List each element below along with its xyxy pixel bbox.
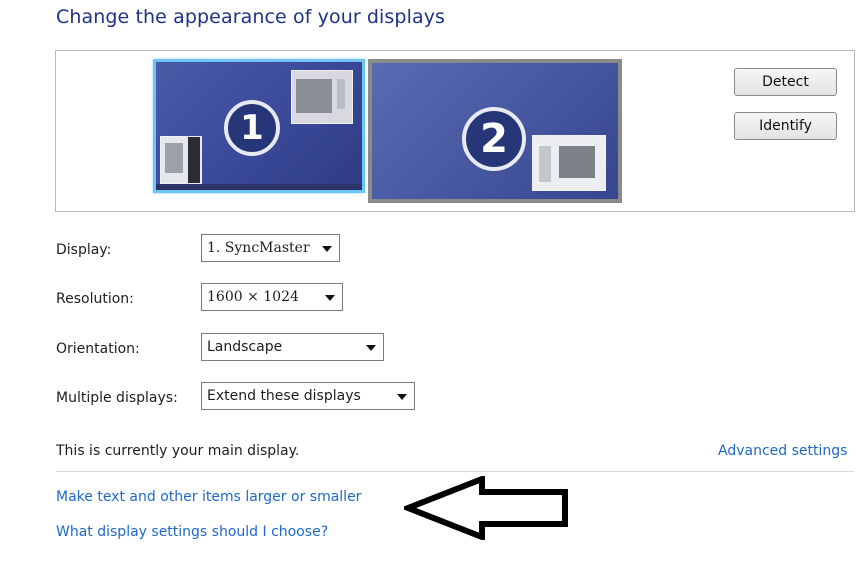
window-thumbnail	[291, 70, 353, 124]
main-display-status: This is currently your main display.	[56, 443, 300, 459]
chevron-down-icon	[397, 394, 407, 400]
chevron-down-icon	[322, 246, 332, 252]
monitor-2-thumbnail[interactable]: 2	[368, 59, 622, 203]
page-title: Change the appearance of your displays	[56, 6, 446, 28]
monitor-number-1: 1	[224, 100, 280, 156]
left-arrow-icon	[404, 476, 568, 540]
window-thumbnail	[532, 135, 606, 191]
detect-button[interactable]: Detect	[734, 68, 837, 96]
resolution-dropdown-value: 1600 × 1024	[207, 289, 299, 305]
resolution-label: Resolution:	[56, 291, 134, 307]
resolution-dropdown[interactable]: 1600 × 1024	[201, 283, 343, 311]
orientation-dropdown[interactable]: Landscape	[201, 333, 384, 361]
chevron-down-icon	[366, 345, 376, 351]
display-dropdown-value: 1. SyncMaster	[207, 240, 310, 256]
orientation-label: Orientation:	[56, 341, 140, 357]
taskbar	[156, 184, 362, 190]
monitor-number-2: 2	[462, 107, 526, 171]
multiple-displays-label: Multiple displays:	[56, 390, 178, 406]
advanced-settings-link[interactable]: Advanced settings	[718, 443, 847, 459]
display-dropdown[interactable]: 1. SyncMaster	[201, 234, 340, 262]
orientation-dropdown-value: Landscape	[207, 339, 283, 355]
gadget-thumbnail	[160, 136, 202, 184]
multiple-displays-dropdown-value: Extend these displays	[207, 388, 361, 404]
identify-button[interactable]: Identify	[734, 112, 837, 140]
display-help-link[interactable]: What display settings should I choose?	[56, 524, 328, 540]
monitor-1-thumbnail[interactable]: 1	[153, 59, 365, 193]
multiple-displays-dropdown[interactable]: Extend these displays	[201, 382, 415, 410]
chevron-down-icon	[325, 295, 335, 301]
divider	[56, 471, 854, 472]
text-size-link[interactable]: Make text and other items larger or smal…	[56, 489, 361, 505]
display-arrangement-preview: 1 2 Detect Identify	[55, 50, 855, 212]
display-label: Display:	[56, 242, 112, 258]
